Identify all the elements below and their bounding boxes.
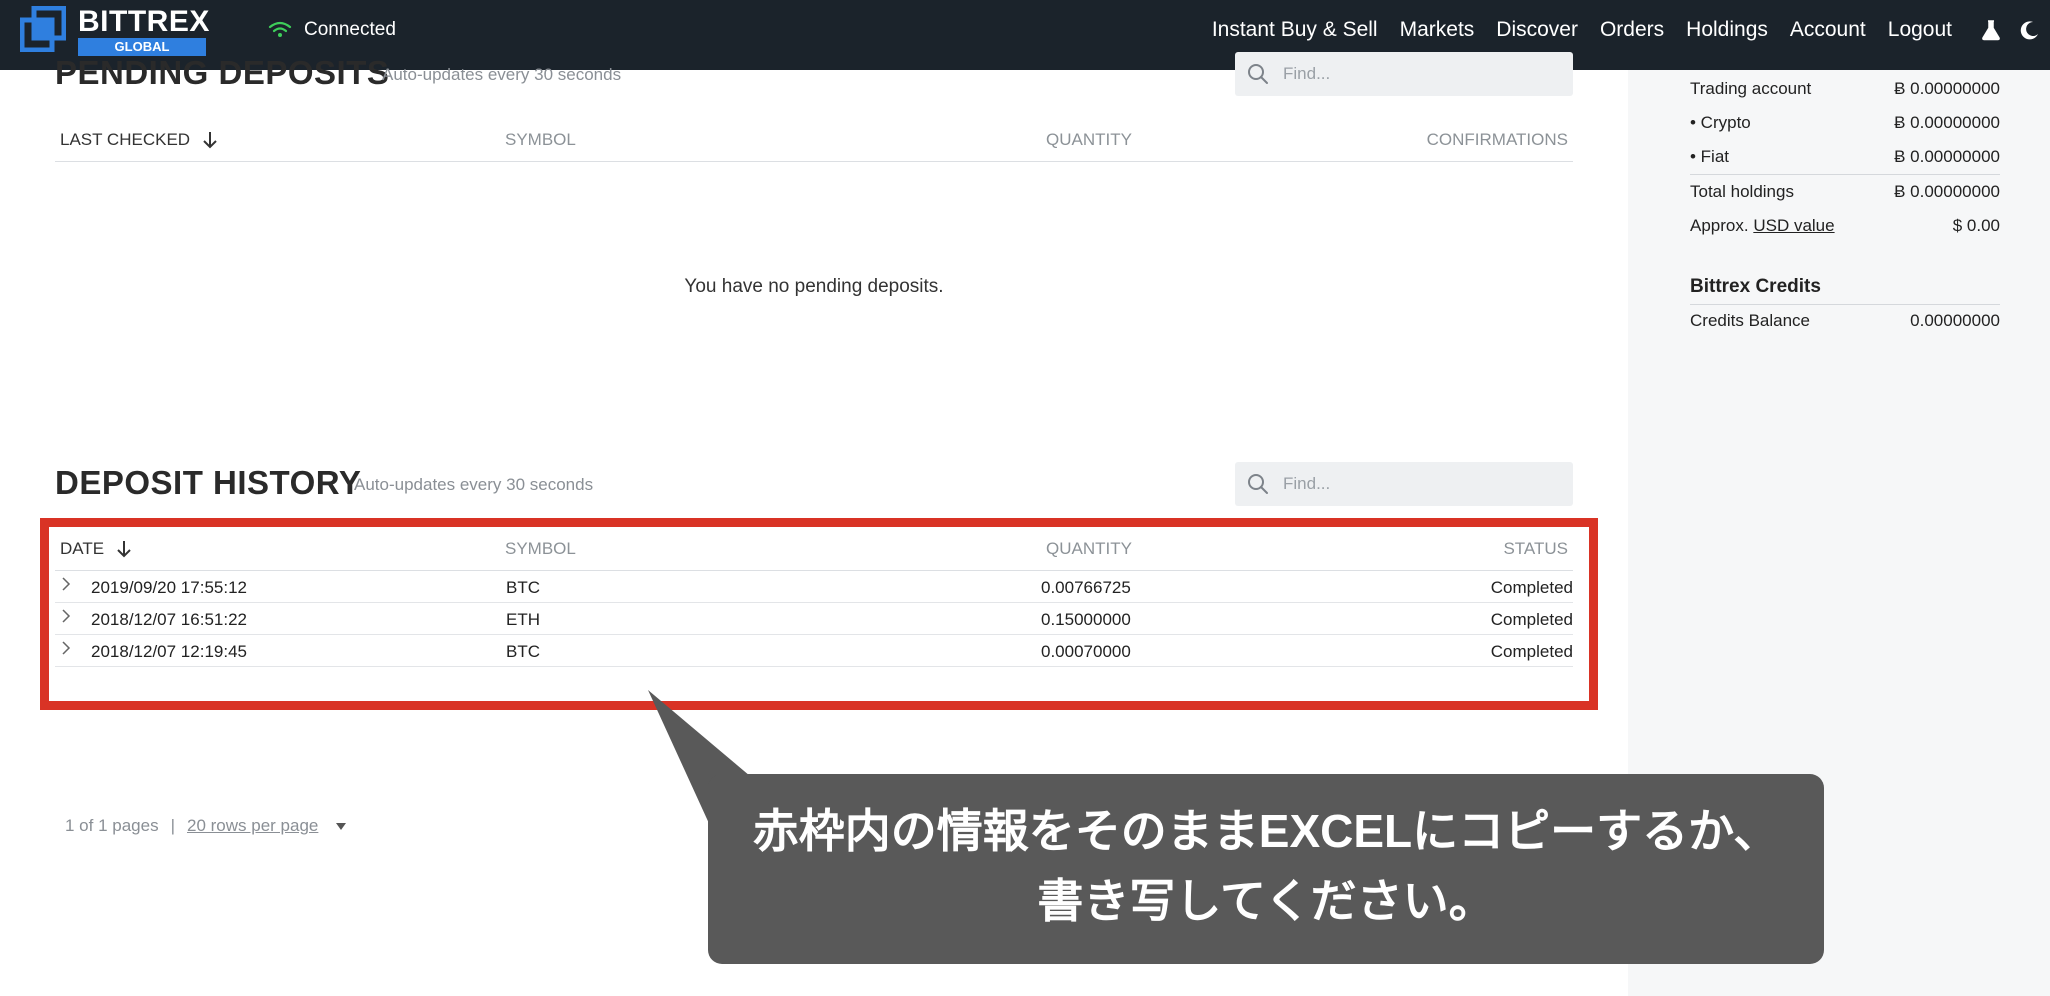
balance-row-crypto: • Crypto Ƀ 0.00000000 — [1690, 106, 2000, 140]
table-row[interactable]: 2018/12/07 12:19:45 BTC 0.00070000 Compl… — [55, 635, 1573, 667]
balance-row-total-holdings: Total holdings Ƀ 0.00000000 — [1690, 174, 2000, 208]
pending-deposits-title: PENDING DEPOSITS — [55, 54, 390, 91]
cell-date: 2018/12/07 12:19:45 — [91, 642, 247, 661]
balance-label: • Crypto — [1690, 113, 1751, 132]
balance-row-usd: Approx. USD value $ 0.00 — [1690, 209, 2000, 243]
empty-message: You have no pending deposits. — [684, 276, 944, 297]
column-status[interactable]: STATUS — [1503, 539, 1568, 559]
balance-label: Trading account — [1690, 79, 1812, 98]
column-label: DATE — [60, 539, 105, 558]
flask-icon[interactable] — [1980, 19, 2002, 41]
brand-name: BITTREX — [78, 5, 210, 38]
pagination: 1 of 1 pages | 20 rows per page — [65, 816, 347, 836]
connection-label: Connected — [304, 19, 396, 40]
column-symbol[interactable]: SYMBOL — [505, 130, 576, 150]
pending-deposits-subtitle: Auto-updates every 30 seconds — [382, 65, 622, 84]
cell-date: 2019/09/20 17:55:12 — [91, 578, 247, 597]
cell-status: Completed — [1490, 578, 1573, 597]
bittrex-logo-mark-icon — [20, 6, 66, 52]
credits-label: Credits Balance — [1690, 311, 1811, 330]
table-row[interactable]: 2019/09/20 17:55:12 BTC 0.00766725 Compl… — [55, 571, 1573, 603]
bittrex-logo[interactable]: BITTREX GLOBAL — [20, 5, 210, 56]
chevron-right-icon[interactable] — [61, 640, 71, 661]
balance-value: Ƀ 0.00000000 — [1894, 79, 2000, 98]
cell-status: Completed — [1490, 610, 1573, 629]
nav-account[interactable]: Account — [1790, 18, 1866, 42]
balance-value: Ƀ 0.00000000 — [1894, 181, 2000, 201]
credits-value: 0.00000000 — [1910, 311, 2000, 330]
balance-value: Ƀ 0.00000000 — [1894, 113, 2000, 132]
chevron-right-icon[interactable] — [61, 576, 71, 597]
pending-deposits-search-input[interactable] — [1283, 64, 1543, 84]
nav-orders[interactable]: Orders — [1600, 18, 1664, 42]
callout-line-2: 書き写してください。 — [1037, 875, 1495, 927]
usd-prefix: Approx. — [1690, 216, 1749, 235]
column-confirmations[interactable]: CONFIRMATIONS — [1427, 130, 1568, 150]
deposit-history-search[interactable] — [1235, 462, 1573, 506]
callout-line-1: 赤枠内の情報をそのままEXCELにコピーするか、 — [752, 805, 1780, 857]
balance-row-fiat: • Fiat Ƀ 0.00000000 — [1690, 140, 2000, 174]
balance-label: • Fiat — [1690, 147, 1730, 166]
balance-row-trading-account: Trading account Ƀ 0.00000000 — [1690, 72, 2000, 106]
column-symbol[interactable]: SYMBOL — [505, 539, 576, 559]
cell-quantity: 0.00070000 — [1041, 642, 1131, 661]
column-label: LAST CHECKED — [60, 130, 191, 149]
cell-symbol: BTC — [506, 642, 540, 661]
search-icon — [1248, 474, 1268, 494]
search-icon — [1248, 64, 1268, 84]
cell-quantity: 0.00766725 — [1041, 578, 1131, 597]
page-count: 1 of 1 pages — [65, 816, 159, 835]
table-row[interactable]: 2018/12/07 16:51:22 ETH 0.15000000 Compl… — [55, 603, 1573, 635]
wifi-icon — [268, 21, 292, 37]
deposit-history-table-header: DATE SYMBOL QUANTITY STATUS — [55, 527, 1573, 571]
cell-symbol: ETH — [506, 610, 540, 629]
nav-logout[interactable]: Logout — [1888, 18, 1952, 42]
moon-icon[interactable] — [2020, 20, 2040, 40]
caret-down-icon[interactable] — [336, 822, 347, 830]
cell-status: Completed — [1490, 642, 1573, 661]
nav-holdings[interactable]: Holdings — [1686, 18, 1768, 42]
deposit-history-subtitle: Auto-updates every 30 seconds — [354, 475, 594, 494]
deposit-history-search-input[interactable] — [1283, 474, 1543, 494]
cell-quantity: 0.15000000 — [1041, 610, 1131, 629]
deposit-history-title: DEPOSIT HISTORY — [55, 464, 362, 501]
rows-per-page-select[interactable]: 20 rows per page — [187, 816, 318, 836]
usd-value: $ 0.00 — [1952, 216, 2000, 235]
connection-status: Connected — [268, 18, 396, 42]
cell-date: 2018/12/07 16:51:22 — [91, 610, 247, 629]
usd-label: Approx. USD value — [1690, 216, 1835, 236]
main-nav: Instant Buy & Sell Markets Discover Orde… — [1190, 0, 2040, 60]
nav-instant-buy-sell[interactable]: Instant Buy & Sell — [1212, 18, 1378, 42]
sort-arrow-down-icon — [203, 132, 217, 149]
usd-value-link[interactable]: USD value — [1753, 216, 1834, 235]
sort-arrow-down-icon — [117, 541, 131, 558]
column-last-checked[interactable]: LAST CHECKED — [60, 130, 218, 150]
nav-discover[interactable]: Discover — [1496, 18, 1578, 42]
chevron-right-icon[interactable] — [61, 608, 71, 629]
credits-title: Bittrex Credits — [1690, 276, 2000, 305]
balance-label: Total holdings — [1690, 181, 1794, 201]
pagination-separator: | — [170, 816, 175, 835]
column-quantity[interactable]: QUANTITY — [1046, 130, 1132, 150]
pending-deposits-table-header: LAST CHECKED SYMBOL QUANTITY CONFIRMATIO… — [55, 118, 1573, 162]
column-date[interactable]: DATE — [60, 539, 132, 559]
column-quantity[interactable]: QUANTITY — [1046, 539, 1132, 559]
instruction-callout: 赤枠内の情報をそのままEXCELにコピーするか、 書き写してください。 — [708, 774, 1824, 964]
pending-deposits-search[interactable] — [1235, 52, 1573, 96]
nav-markets[interactable]: Markets — [1400, 18, 1475, 42]
balance-value: Ƀ 0.00000000 — [1894, 147, 2000, 166]
credits-balance-row: Credits Balance 0.00000000 — [1690, 304, 2000, 338]
cell-symbol: BTC — [506, 578, 540, 597]
